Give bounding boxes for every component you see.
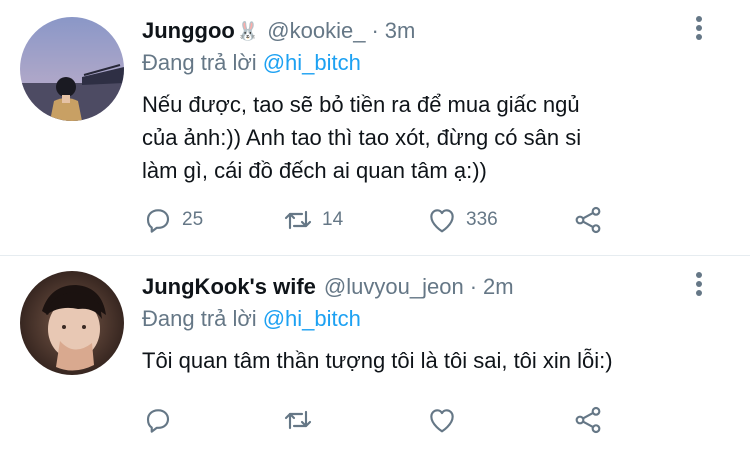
tweet-2[interactable]: JungKook's wife @luvyou_jeon · 2m Đang t… [0,256,750,453]
replying-to-label: Đang trả lời [142,50,257,75]
replying-to: Đang trả lời @hi_bitch [142,306,361,332]
rabbit-emoji: 🐰 [236,20,260,41]
tweet-header: JungKook's wife @luvyou_jeon · 2m [142,270,514,304]
retweet-button[interactable] [282,404,322,436]
like-button[interactable]: 336 [426,204,498,236]
heart-icon [430,409,454,433]
reply-button[interactable]: 25 [142,204,203,236]
display-name[interactable]: Junggoo [142,18,235,44]
more-vertical-icon[interactable] [694,16,704,44]
retweet-count: 14 [322,209,344,230]
share-icon [575,206,601,234]
handle[interactable]: @luvyou_jeon [324,274,464,300]
display-name[interactable]: JungKook's wife [142,274,316,300]
tweet-text-line: Tôi quan tâm thần tượng tôi là tôi sai, … [142,348,613,373]
reply-mention-link[interactable]: @hi_bitch [263,306,361,331]
tweet-text-line: làm gì, cái đồ đếch ai quan tâm ạ:)) [142,158,487,183]
timestamp[interactable]: 2m [483,274,514,300]
tweet-text-line: của ảnh:)) Anh tao thì tao xót, đừng có … [142,125,582,150]
like-count: 336 [466,209,498,230]
more-vertical-icon[interactable] [694,272,704,300]
handle[interactable]: @kookie_ [267,18,365,44]
avatar[interactable] [20,17,124,121]
replying-to: Đang trả lời @hi_bitch [142,50,361,76]
avatar[interactable] [20,271,124,375]
reply-button[interactable] [142,404,182,436]
separator-dot: · [469,274,478,299]
tweet-text-line: Nếu được, tao sẽ bỏ tiền ra để mua giấc … [142,92,580,117]
retweet-icon [284,410,312,430]
reply-icon [146,409,170,433]
tweet-header: Junggoo 🐰 @kookie_ · 3m [142,14,415,48]
tweet-text: Tôi quan tâm thần tượng tôi là tôi sai, … [142,344,702,377]
reply-icon [146,209,170,233]
separator-dot: · [371,18,379,43]
share-button[interactable] [572,204,604,236]
timestamp[interactable]: 3m [385,18,416,44]
reply-mention-link[interactable]: @hi_bitch [263,50,361,75]
share-icon [575,406,601,434]
retweet-button[interactable]: 14 [282,204,343,236]
replying-to-label: Đang trả lời [142,306,257,331]
share-button[interactable] [572,404,604,436]
tweet-1[interactable]: Junggoo 🐰 @kookie_ · 3m Đang trả lời @hi_… [0,0,750,256]
reply-count: 25 [182,209,204,230]
heart-icon [430,209,454,233]
like-button[interactable] [426,404,466,436]
retweet-icon [284,210,312,230]
tweet-text: Nếu được, tao sẽ bỏ tiền ra để mua giấc … [142,88,702,187]
